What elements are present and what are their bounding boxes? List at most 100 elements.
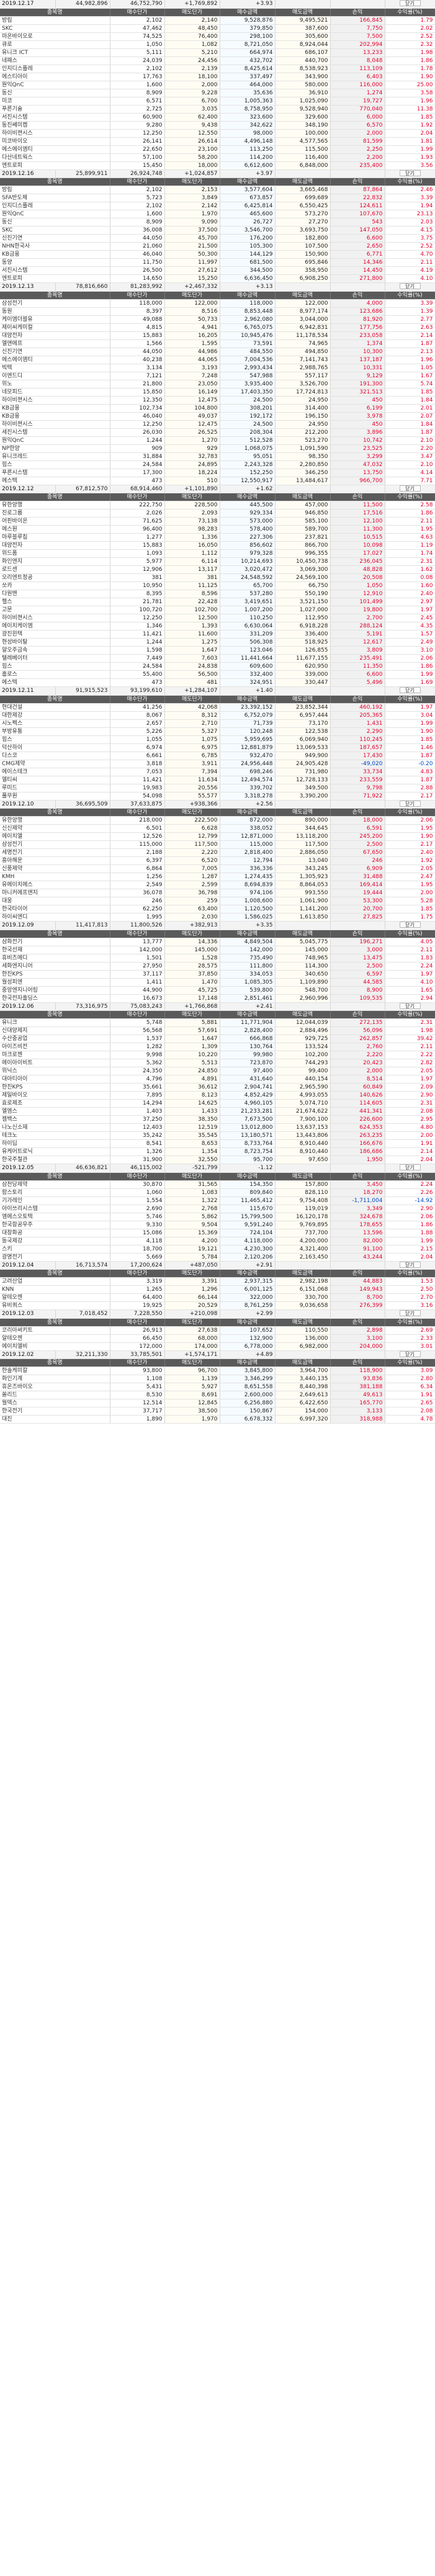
sell-amount: 550,190	[275, 590, 331, 598]
trade-row: 오리엔트정공 381 381 24,548,592 24,569,100 20,508 0.…	[0, 573, 435, 582]
trade-row: 알오주금속 1,598 1,647 123,046 126,855 3,809 3.10	[0, 646, 435, 655]
buy-amount: 11,441,664	[220, 654, 276, 663]
return-pct: 1.96	[385, 356, 435, 364]
buy-price: 2,657	[110, 719, 165, 728]
stock-name: 월성피엔	[0, 978, 110, 987]
stock-name: 신진기연	[0, 234, 110, 243]
day-summary-row: 2019.12.17 44,982,896 46,752,790 +1,769,892…	[0, 0, 435, 9]
sell-amount: 2,649,613	[275, 1391, 331, 1399]
return-pct: 2.17	[385, 840, 435, 849]
sell-price: 50,300	[164, 250, 220, 259]
buy-amount: 10,945,476	[220, 331, 276, 340]
sell-amount: 828,110	[275, 1188, 331, 1197]
day-total-buy: 25,899,911	[55, 169, 110, 178]
return-pct: 1.87	[385, 776, 435, 784]
sell-price: 5,210	[164, 48, 220, 57]
collapse-button[interactable]: 닫기	[399, 1261, 421, 1268]
trade-row: 고려산업 3,319 3,391 2,937,315 2,982,198 44,883 1.…	[0, 1277, 435, 1286]
return-pct: 2.04	[385, 1156, 435, 1164]
collapse-button[interactable]: 닫기	[399, 687, 421, 694]
day-profit: +1,024,857	[164, 169, 220, 178]
trade-row: 테크노 35,242 35,545 13,180,571 13,443,806 263,2…	[0, 1131, 435, 1140]
profit-loss: 19,444	[330, 889, 385, 897]
stock-name: 마니커에프앤지	[0, 889, 110, 897]
sell-price: 174,000	[164, 1342, 220, 1351]
return-pct: 3.09	[385, 1367, 435, 1375]
collapse-button[interactable]: 닫기	[399, 800, 421, 807]
profit-loss: 3,349	[330, 1205, 385, 1213]
stock-name: 유니크 ICT	[0, 48, 110, 57]
stock-name: 에스텍	[0, 678, 110, 687]
sell-amount: 3,526,700	[275, 380, 331, 388]
day-total-sell: 46,115,002	[110, 1164, 165, 1173]
sell-price: 12,475	[164, 420, 220, 429]
column-header: 매도금액	[275, 930, 331, 938]
return-pct: 1.92	[385, 121, 435, 130]
sell-amount: 695,846	[275, 258, 331, 267]
sell-amount: 8,910,440	[275, 1147, 331, 1156]
sell-price: 22,428	[164, 598, 220, 606]
sell-amount: 24,950	[275, 420, 331, 429]
profit-loss: 6,199	[330, 404, 385, 413]
buy-price: 37,117	[110, 970, 165, 979]
summary-spacer	[275, 0, 331, 9]
trade-row: 유니크레드 31,884 32,783 95,051 98,350 3,299 3.47	[0, 452, 435, 461]
sell-price: 35,545	[164, 1131, 220, 1140]
return-pct: 2.04	[385, 1253, 435, 1262]
trade-row: 화인엔지 5,977 6,114 10,214,693 10,450,738 236,04…	[0, 557, 435, 566]
sell-amount: 6,982,000	[275, 1342, 331, 1351]
return-pct: 39.42	[385, 1034, 435, 1043]
profit-loss: 441,341	[330, 1107, 385, 1116]
buy-amount: 445,500	[220, 501, 276, 509]
column-header: 수익률(%)	[385, 493, 435, 501]
day-summary-row: 2019.12.06 73,316,975 75,083,243 +1,766,868…	[0, 1002, 435, 1011]
sell-price: 15,369	[164, 1229, 220, 1237]
sell-price: 1,083	[164, 1188, 220, 1197]
buy-amount: 2,937,315	[220, 1277, 276, 1286]
return-pct: 23.13	[385, 210, 435, 218]
buy-price: 8,530	[110, 1391, 165, 1399]
sell-price: 44,986	[164, 348, 220, 356]
profit-loss: 137,187	[330, 356, 385, 364]
collapse-button[interactable]: 닫기	[399, 922, 421, 928]
stock-name: 유한양행	[0, 816, 110, 825]
stock-name: 미코바이오	[0, 137, 110, 146]
profit-loss: 262,857	[330, 1034, 385, 1043]
sell-amount: 2,280,850	[275, 460, 331, 469]
trade-row: 수산중공업 1,537 1,647 666,868 929,725 262,857 39.4…	[0, 1034, 435, 1043]
collapse-button[interactable]: 닫기	[399, 1164, 421, 1171]
buy-price: 5,226	[110, 727, 165, 736]
collapse-button[interactable]: 닫기	[399, 485, 421, 491]
collapse-button[interactable]: 닫기	[399, 1350, 421, 1357]
sell-price: 16,205	[164, 331, 220, 340]
sell-amount: 119,019	[275, 1205, 331, 1213]
column-header-row: 종목명 매수단가 매도단가 매수금액 매도금액 손익 수익률(%)	[0, 493, 435, 501]
day-return-pct: +2.56	[220, 800, 276, 809]
profit-loss: 191,300	[330, 380, 385, 388]
column-header: 매수금액	[220, 291, 276, 300]
column-header: 매도금액	[275, 1172, 331, 1181]
collapse-button[interactable]: 닫기	[399, 283, 421, 290]
sell-price: 5,513	[164, 1059, 220, 1067]
buy-amount: 339,702	[220, 784, 276, 792]
collapse-button[interactable]: 닫기	[399, 169, 421, 176]
buy-amount: 4,230,300	[220, 1245, 276, 1254]
return-pct: 1.94	[385, 202, 435, 210]
collapse-button[interactable]: 닫기	[399, 0, 421, 7]
stock-name: 엘앤에프	[0, 339, 110, 348]
sell-price: 9,438	[164, 121, 220, 130]
collapse-button[interactable]: 닫기	[399, 1310, 421, 1317]
trade-row: 스키 18,700 19,121 4,230,300 4,321,400 91,100 2.…	[0, 1245, 435, 1254]
summary-spacer	[275, 283, 331, 292]
sell-price: 16,050	[164, 541, 220, 550]
collapse-button[interactable]: 닫기	[399, 1002, 421, 1009]
buy-price: 1,411	[110, 978, 165, 987]
sell-amount: 9,036,658	[275, 1301, 331, 1310]
profit-loss: 12,910	[330, 590, 385, 598]
buy-amount: 8,425,614	[220, 65, 276, 73]
profit-loss: 20,700	[330, 905, 385, 913]
trade-date: 2019.12.04	[0, 1261, 56, 1270]
trade-row: 동신 8,909 9,228 35,636 36,910 1,274 3.58	[0, 89, 435, 97]
stock-name: 힘스	[0, 460, 110, 469]
buy-amount: 21,233,281	[220, 1107, 276, 1116]
